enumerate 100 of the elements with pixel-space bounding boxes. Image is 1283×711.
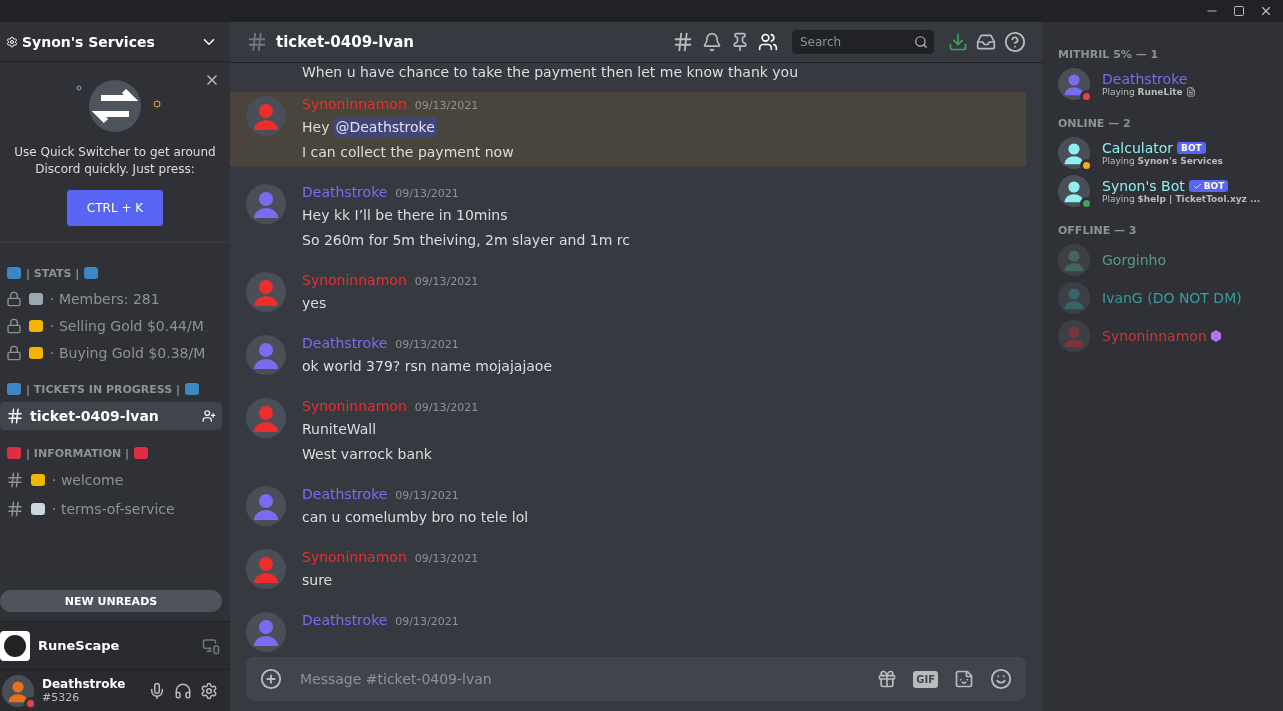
message-text: When u have chance to take the payment then let me know thank you [302,63,799,82]
category-name[interactable]: | TICKETS IN PROGRESS | [26,382,181,396]
member-name[interactable]: Synon's Bot [1102,178,1185,194]
check-icon [1192,181,1202,191]
member-activity: Playing RuneLite [1102,87,1196,97]
member-group-title: MITHRIL 5% — 1 [1057,47,1160,63]
quick-switcher-text: Use Quick Switcher to get around Discord quickly. Just press: [13,144,217,178]
threads-icon[interactable] [672,31,694,53]
message-text: West varrock bank [302,445,432,464]
server-badge-icon [6,35,18,48]
close-icon[interactable] [1259,4,1273,18]
settings-icon[interactable] [200,681,218,700]
screen-share-icon[interactable] [202,636,220,655]
new-unreads-pill[interactable]: NEW UNREADS [0,590,222,612]
headphones-icon[interactable] [174,681,192,700]
author-name[interactable]: Deathstroke [302,486,388,502]
shortcut-button[interactable]: CTRL + K [66,190,164,226]
channel-title: ticket-0409-lvan [276,33,416,51]
channel-item[interactable]: · Buying Gold $0.38/M [0,340,222,366]
avatar [246,272,286,312]
bell-icon[interactable] [702,32,722,52]
member-name[interactable]: Calculator [1102,140,1174,156]
avatar [246,486,286,526]
microphone-icon[interactable] [148,681,166,700]
avatar [246,549,286,589]
message-text: I can collect the payment now [302,143,514,162]
member-name[interactable]: Synoninnamon [1102,328,1207,344]
bot-tag: BOT [1177,142,1206,154]
channel-item[interactable]: · Members: 281 [0,286,222,312]
timestamp: 09/13/2021 [395,187,459,200]
search-field[interactable]: Search [792,30,934,54]
message-text: RuniteWall [302,420,377,439]
author-name[interactable]: Synoninnamon [302,272,407,288]
avatar [246,184,286,224]
lock-icon [6,318,22,334]
message-text: yes [302,294,327,313]
member-group-title: ONLINE — 2 [1057,116,1132,132]
avatar [1058,282,1090,314]
member-name[interactable]: Gorginho [1102,252,1166,268]
message-composer[interactable]: Message #ticket-0409-lvan GIF [246,657,1026,701]
help-icon[interactable] [1004,31,1026,53]
member-name[interactable]: Deathstroke [1102,71,1188,87]
mention[interactable]: @Deathstroke [333,117,437,137]
channel-item[interactable]: · terms-of-service [0,495,222,523]
category-name[interactable]: | STATS | [26,266,80,280]
author-name[interactable]: Deathstroke [302,335,388,351]
author-name[interactable]: Deathstroke [302,612,388,628]
timestamp: 09/13/2021 [395,489,459,502]
author-name[interactable]: Synoninnamon [302,398,407,414]
message-input[interactable]: Message #ticket-0409-lvan [298,670,862,688]
rich-presence-icon [1185,87,1196,97]
message-text: ok world 379? rsn name mojajajaoe [302,357,553,376]
member-activity: Playing $help | TicketTool.xyz ... [1102,194,1261,204]
maximize-icon[interactable] [1233,5,1245,17]
channel-item[interactable]: · Selling Gold $0.44/M [0,313,222,339]
search-icon [914,35,928,49]
lock-icon [6,345,22,361]
search-input[interactable]: Search [798,34,914,50]
hash-icon [6,500,24,518]
author-name[interactable]: Synoninnamon [302,549,407,565]
sticker-icon[interactable] [954,669,974,689]
timestamp: 09/13/2021 [414,552,479,565]
member-group-title: OFFLINE — 3 [1057,223,1138,239]
timestamp: 09/13/2021 [395,338,459,351]
member-name[interactable]: IvanG (DO NOT DM) [1102,290,1242,306]
gift-icon[interactable] [877,669,898,689]
members-icon[interactable] [758,32,778,52]
avatar [1058,137,1090,169]
avatar [246,96,286,136]
username: Deathstroke [42,677,127,691]
avatar [246,612,286,652]
plus-icon[interactable] [260,668,282,690]
category-name[interactable]: | INFORMATION | [26,446,130,460]
timestamp: 09/13/2021 [395,615,459,628]
bot-tag: BOT [1188,180,1229,192]
avatar [1058,175,1090,207]
channel-item[interactable]: ticket-0409-lvan [0,402,222,430]
avatar [246,335,286,375]
avatar [1058,320,1090,352]
author-name[interactable]: Synoninnamon [302,96,407,112]
message-text: So 260m for 5m theiving, 2m slayer and 1m rc [302,231,630,250]
hash-icon [246,31,268,53]
author-name[interactable]: Deathstroke [302,184,388,200]
emoji-icon[interactable] [990,668,1012,690]
channel-item[interactable]: · welcome [0,466,222,494]
message-text: Hey [302,118,330,137]
message-text: Hey kk I’ll be there in 10mins [302,206,508,225]
member-activity: Playing Synon's Services [1102,156,1223,166]
hash-icon [6,407,24,425]
message-text: can u comelumby bro no tele lol [302,508,529,527]
download-icon[interactable] [948,32,968,52]
message-text: sure [302,571,333,590]
server-name[interactable]: Synon's Services [22,33,196,50]
pin-icon[interactable] [730,32,750,52]
avatar [2,674,34,707]
avatar [1058,244,1090,276]
inbox-icon[interactable] [976,32,996,52]
add-member-icon[interactable] [202,409,216,423]
activity-name: RuneScape [38,638,121,653]
gif-button[interactable]: GIF [913,670,938,688]
